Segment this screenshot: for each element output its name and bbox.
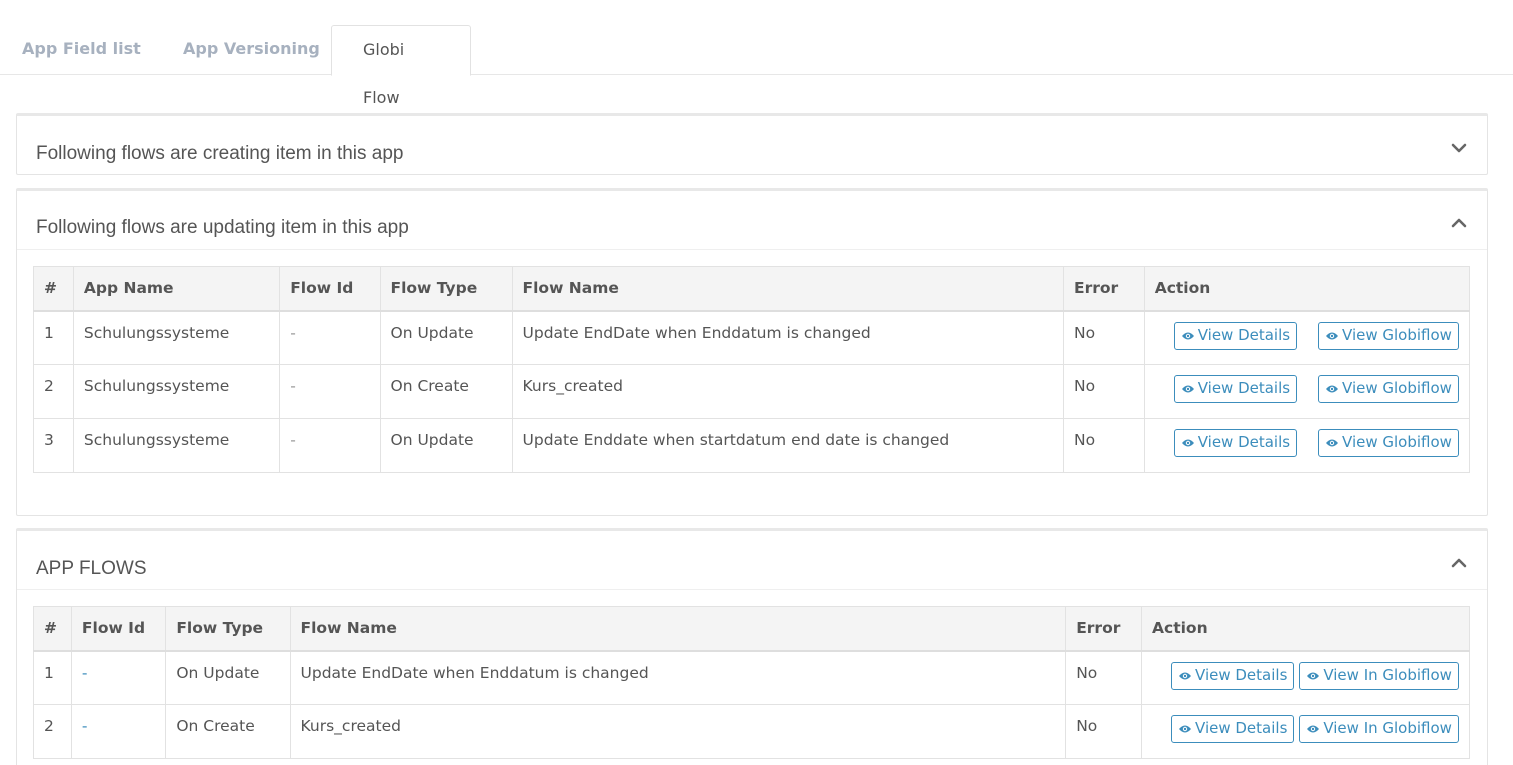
app-flows-table: # Flow Id Flow Type Flow Name Error Acti… [33, 606, 1470, 759]
row-num: 2 [33, 364, 74, 419]
row-error: No [1063, 418, 1145, 473]
view-globiflow-button[interactable]: View Globiflow [1318, 321, 1459, 350]
tab-globi-flow[interactable]: Globi Flow [331, 25, 471, 107]
panel-separator [17, 589, 1487, 590]
view-details-button[interactable]: View Details [1171, 661, 1295, 690]
table-header-row: # App Name Flow Id Flow Type Flow Name E… [33, 266, 1471, 312]
panel-app-flows-header[interactable]: APP FLOWS [17, 531, 1487, 589]
row-app-name: Schulungssysteme [72, 418, 281, 473]
row-flow-name: Update Enddate when startdatum end date … [511, 418, 1065, 473]
col-app-name: App Name [72, 266, 281, 312]
row-error: No [1065, 704, 1143, 759]
view-globiflow-button[interactable]: View Globiflow [1318, 429, 1459, 457]
row-actions: View Details View Globiflow [1143, 310, 1471, 365]
row-flow-type: On Create [379, 364, 513, 419]
tab-app-versioning[interactable]: App Versioning [161, 25, 342, 75]
view-in-globiflow-button[interactable]: View In Globiflow [1299, 661, 1459, 690]
table-row: 1 - On Update Update EndDate when Enddat… [33, 650, 1470, 705]
row-flow-id-link[interactable]: - [70, 704, 167, 759]
col-flow-type: Flow Type [379, 266, 513, 312]
row-flow-type: On Update [165, 650, 291, 705]
chevron-up-icon[interactable] [1451, 555, 1467, 571]
row-flow-name: Update EndDate when Enddatum is changed [289, 650, 1067, 705]
table-row: 1 Schulungssysteme - On Update Update En… [33, 310, 1471, 365]
row-app-name: Schulungssysteme [72, 364, 281, 419]
panel-updating-flows: Following flows are updating item in thi… [16, 188, 1488, 516]
eye-icon [1326, 439, 1339, 447]
col-action: Action [1141, 606, 1470, 652]
row-num: 1 [33, 310, 74, 365]
col-error: Error [1063, 266, 1145, 312]
col-action: Action [1143, 266, 1471, 312]
row-actions: View Details View Globiflow [1143, 418, 1471, 473]
view-details-button[interactable]: View Details [1173, 321, 1298, 350]
table-row: 2 - On Create Kurs_created No View Detai… [33, 704, 1470, 759]
table-header-row: # Flow Id Flow Type Flow Name Error Acti… [33, 606, 1470, 652]
col-flow-name: Flow Name [511, 266, 1065, 312]
col-flow-name: Flow Name [289, 606, 1067, 652]
row-flow-name: Kurs_created [289, 704, 1067, 759]
row-error: No [1063, 364, 1145, 419]
col-error: Error [1065, 606, 1143, 652]
table-row: 2 Schulungssysteme - On Create Kurs_crea… [33, 364, 1471, 419]
tab-app-field-list[interactable]: App Field list [0, 25, 163, 75]
row-num: 2 [33, 704, 72, 759]
col-flow-id: Flow Id [279, 266, 381, 312]
eye-icon [1179, 672, 1192, 679]
eye-icon [1326, 385, 1339, 393]
row-error: No [1065, 650, 1143, 705]
eye-icon [1179, 725, 1192, 733]
table-row: 3 Schulungssysteme - On Update Update En… [33, 418, 1471, 473]
row-actions: View Details View Globiflow [1143, 364, 1471, 419]
col-flow-type: Flow Type [165, 606, 291, 652]
eye-icon [1307, 725, 1320, 733]
panel-separator [17, 249, 1487, 250]
chevron-down-icon[interactable] [1451, 140, 1467, 156]
row-flow-name: Kurs_created [511, 364, 1065, 419]
panel-updating-title: Following flows are updating item in thi… [36, 217, 409, 238]
panel-app-flows: APP FLOWS # Flow Id Flow Type Flow Name … [16, 528, 1488, 765]
panel-app-flows-title: APP FLOWS [36, 558, 147, 579]
eye-icon [1181, 385, 1194, 393]
row-num: 3 [33, 418, 74, 473]
panel-updating-header[interactable]: Following flows are updating item in thi… [17, 191, 1487, 249]
row-flow-type: On Update [379, 418, 513, 473]
row-flow-type: On Update [379, 310, 513, 365]
row-num: 1 [33, 650, 72, 705]
eye-icon [1181, 332, 1194, 339]
row-flow-id: - [279, 310, 381, 365]
col-num: # [33, 266, 74, 312]
eye-icon [1181, 439, 1194, 447]
view-details-button[interactable]: View Details [1173, 375, 1298, 403]
row-error: No [1063, 310, 1145, 365]
panel-creating-header[interactable]: Following flows are creating item in thi… [17, 116, 1487, 174]
view-in-globiflow-button[interactable]: View In Globiflow [1299, 715, 1459, 743]
updating-flows-table: # App Name Flow Id Flow Type Flow Name E… [33, 266, 1471, 473]
col-num: # [33, 606, 72, 652]
chevron-up-icon[interactable] [1451, 215, 1467, 231]
tab-bar: App Field list App Versioning Globi Flow [0, 0, 1513, 107]
panel-creating-title: Following flows are creating item in thi… [36, 143, 404, 164]
row-actions: View Details View In Globiflow [1141, 650, 1470, 705]
row-actions: View Details View In Globiflow [1141, 704, 1470, 759]
eye-icon [1307, 672, 1320, 679]
eye-icon [1326, 332, 1339, 339]
view-globiflow-button[interactable]: View Globiflow [1318, 375, 1459, 403]
row-flow-id-link[interactable]: - [70, 650, 167, 705]
row-flow-name: Update EndDate when Enddatum is changed [511, 310, 1065, 365]
row-flow-type: On Create [165, 704, 291, 759]
view-details-button[interactable]: View Details [1173, 429, 1298, 457]
row-flow-id: - [279, 418, 381, 473]
view-details-button[interactable]: View Details [1171, 715, 1295, 743]
row-app-name: Schulungssysteme [72, 310, 281, 365]
col-flow-id: Flow Id [70, 606, 167, 652]
panel-creating-flows: Following flows are creating item in thi… [16, 113, 1488, 175]
row-flow-id: - [279, 364, 381, 419]
